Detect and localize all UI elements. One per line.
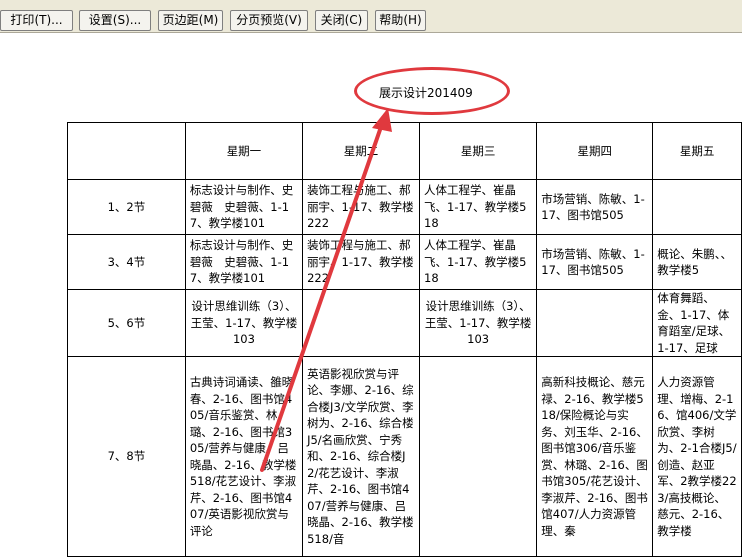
help-button-label: 帮助 [379,13,404,27]
course-cell: 高新科技概论、慈元禄、2-16、教学楼518/保险概论与实务、刘玉华、2-16、… [536,356,654,557]
course-cell: 古典诗词诵读、雒晓春、2-16、图书馆405/音乐鉴赏、林璐、2-16、图书馆3… [184,356,304,557]
course-cell: 装饰工程与施工、郝丽宇、1-17、教学楼222 [302,179,420,235]
course-cell: 设计思维训练（3）、王莹、1-17、教学楼103 [184,289,304,357]
help-button-key: (H) [403,13,422,27]
course-cell: 概论、朱鹏、、教学楼5 [652,234,742,290]
day-header: 星期一 [184,122,304,180]
course-cell [536,289,654,357]
corner-cell [67,122,186,180]
print-button-key: (T)... [34,13,63,27]
close-button-key: (C) [344,13,363,27]
day-header: 星期三 [418,122,538,180]
table-header-row: 星期一 星期二 星期三 星期四 星期五 [67,122,742,180]
course-cell: 英语影视欣赏与评论、李娜、2-16、综合楼J3/文学欣赏、李树为、2-16、综合… [302,356,420,557]
table-row: 5、6节 设计思维训练（3）、王莹、1-17、教学楼103 设计思维训练（3）、… [67,289,742,357]
schedule-table: 星期一 星期二 星期三 星期四 星期五 1、2节 标志设计与制作、史碧薇 史碧薇… [67,122,742,557]
margins-button-label: 页边距 [162,13,199,27]
period-label: 3、4节 [67,234,186,290]
setup-button-key: (S)... [112,13,142,27]
close-button[interactable]: 关闭(C) [315,10,368,31]
print-button-label: 打印 [10,13,35,27]
course-cell: 市场营销、陈敏、1-17、图书馆505 [536,234,654,290]
help-button[interactable]: 帮助(H) [375,10,426,31]
course-cell: 市场营销、陈敏、1-17、图书馆505 [536,179,654,235]
margins-button[interactable]: 页边距(M) [158,10,223,31]
page-break-button-label: 分页预览 [236,13,285,27]
title-highlight-ellipse [354,67,510,115]
period-label: 1、2节 [67,179,186,235]
period-label: 5、6节 [67,289,186,357]
course-cell: 人体工程学、崔晶飞、1-17、教学楼518 [418,234,538,290]
day-header: 星期四 [536,122,654,180]
table-row: 7、8节 古典诗词诵读、雒晓春、2-16、图书馆405/音乐鉴赏、林璐、2-16… [67,356,742,557]
setup-button-label: 设置 [88,13,113,27]
table-row: 1、2节 标志设计与制作、史碧薇 史碧薇、1-17、教学楼101 装饰工程与施工… [67,179,742,235]
course-cell: 设计思维训练（3）、王莹、1-17、教学楼103 [418,289,538,357]
page-break-button-key: (V) [284,13,302,27]
print-button[interactable]: 打印(T)... [0,10,73,31]
setup-button[interactable]: 设置(S)... [79,10,151,31]
course-cell: 装饰工程与施工、郝丽宇、1-17、教学楼222 [302,234,420,290]
course-cell [418,356,538,557]
print-preview-toolbar: 打印(T)... 设置(S)... 页边距(M) 分页预览(V) 关闭(C) 帮… [0,0,742,33]
course-cell: 标志设计与制作、史碧薇 史碧薇、1-17、教学楼101 [184,179,304,235]
course-cell: 体育舞蹈、金、1-17、体育蹈室/足球、1-17、足球 [652,289,742,357]
margins-button-key: (M) [198,13,219,27]
day-header: 星期五 [652,122,742,180]
day-header: 星期二 [302,122,420,180]
page-break-preview-button[interactable]: 分页预览(V) [230,10,308,31]
period-label: 7、8节 [67,356,186,557]
course-cell: 标志设计与制作、史碧薇 史碧薇、1-17、教学楼101 [184,234,304,290]
course-cell [302,289,420,357]
course-cell: 人力资源管理、增梅、2-16、馆406/文学欣赏、李树为、2-1合楼J5/创造、… [652,356,742,557]
table-row: 3、4节 标志设计与制作、史碧薇 史碧薇、1-17、教学楼101 装饰工程与施工… [67,234,742,290]
close-button-label: 关闭 [320,13,345,27]
course-cell: 人体工程学、崔晶飞、1-17、教学楼518 [418,179,538,235]
course-cell [652,179,742,235]
